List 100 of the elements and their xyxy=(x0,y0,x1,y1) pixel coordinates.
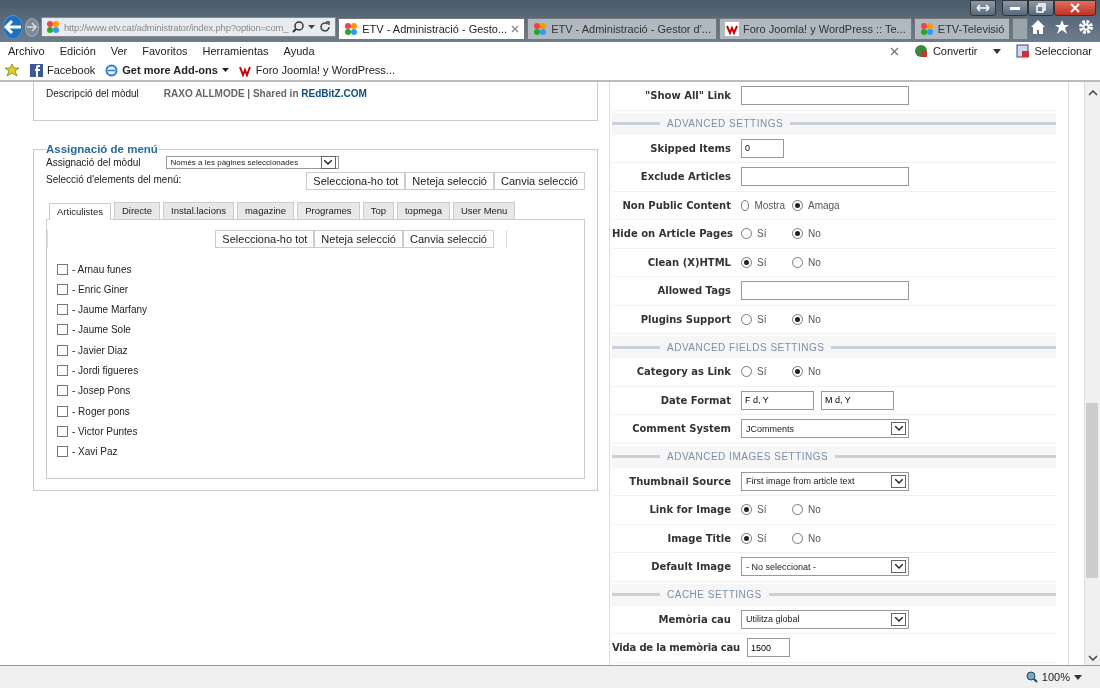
browser-tab[interactable]: ETV - Administració - Gestor d'... xyxy=(527,18,717,40)
favorite-link[interactable]: Foro Joomla! y WordPress... xyxy=(238,63,396,77)
assignment-select[interactable]: Només a les pàgines seleccionades xyxy=(165,155,339,169)
radio-label: No xyxy=(808,228,821,240)
dropdown-select[interactable]: Utilitza global xyxy=(741,609,909,629)
compat-button[interactable] xyxy=(970,0,996,16)
selection-button[interactable]: Selecciona-ho tot xyxy=(215,230,315,248)
scroll-up-icon[interactable] xyxy=(1087,90,1098,96)
setting-label: Default Image xyxy=(650,561,732,573)
caret-icon[interactable] xyxy=(992,48,1001,54)
setting-label: Allowed Tags xyxy=(656,285,732,297)
radio-label: No xyxy=(808,532,821,544)
back-button[interactable] xyxy=(3,15,23,39)
selection-button[interactable]: Selecciona-ho tot xyxy=(306,172,406,190)
browser-logo-icon xyxy=(105,63,119,77)
browser-tab[interactable]: ETV-Televisió xyxy=(913,18,1011,40)
menu-item[interactable]: Ayuda xyxy=(283,45,315,57)
menu-item[interactable]: Ver xyxy=(110,45,128,57)
checkbox[interactable] xyxy=(57,365,68,376)
setting-label: Link for Image xyxy=(648,504,732,516)
menu-tab[interactable]: Instal.lacions xyxy=(163,202,234,219)
menu-tab[interactable]: Top xyxy=(362,202,394,219)
section-title: Assignació de menú xyxy=(46,143,158,155)
close-button[interactable] xyxy=(1054,0,1096,16)
checkbox[interactable] xyxy=(57,304,68,316)
setting-label: Image Title xyxy=(666,532,732,544)
description-link[interactable]: REdBitZ.COM xyxy=(301,87,367,99)
checkbox[interactable] xyxy=(57,385,68,397)
menu-item-label: - Jordi figueres xyxy=(72,365,139,376)
checkbox[interactable] xyxy=(57,425,68,437)
back-arrow-icon xyxy=(4,20,22,34)
zoom-icon[interactable] xyxy=(1025,671,1038,683)
settings-icon[interactable] xyxy=(1078,19,1094,35)
menu-item-label: - Jaume Marfany xyxy=(72,304,148,316)
dropdown-select[interactable]: JComments xyxy=(741,419,909,439)
zoom-level[interactable]: 100% xyxy=(1041,671,1070,683)
selection-button[interactable]: Neteja selecció xyxy=(405,172,494,190)
section-heading: ADVANCED SETTINGS xyxy=(667,118,784,129)
star-icon[interactable] xyxy=(1054,19,1070,35)
menu-item-label: - Xavi Paz xyxy=(72,446,118,458)
favorite-link[interactable]: Facebook xyxy=(30,63,96,77)
resize-icon xyxy=(976,4,990,12)
menu-tab[interactable]: Directe xyxy=(113,202,161,219)
favorites-star-icon[interactable] xyxy=(4,63,20,77)
browser-tab[interactable]: ETV - Administració - Gesto... xyxy=(338,18,526,40)
menu-tab[interactable]: Programes xyxy=(297,202,360,219)
setting-label: Skipped Items xyxy=(649,142,732,154)
forward-arrow-icon xyxy=(26,22,38,32)
checkbox[interactable] xyxy=(57,324,68,336)
restore-icon xyxy=(1036,3,1046,13)
date-format-field[interactable]: M d, Y xyxy=(821,390,894,410)
menu-item[interactable]: Herramientas xyxy=(202,45,269,57)
dropdown-select[interactable]: - No seleccionat - xyxy=(741,557,909,577)
setting-label: Hide on Article Pages xyxy=(612,228,734,240)
checkbox[interactable] xyxy=(57,344,68,356)
text-field[interactable] xyxy=(741,167,909,187)
forward-button[interactable] xyxy=(25,17,39,37)
home-icon[interactable] xyxy=(1030,19,1046,35)
menu-tab[interactable]: magazine xyxy=(236,202,295,219)
convert-button[interactable]: Convertir xyxy=(932,45,978,57)
text-field[interactable]: 1500 xyxy=(746,638,790,658)
selection-button[interactable]: Canvia selecció xyxy=(402,230,494,248)
scroll-down-icon[interactable] xyxy=(1087,655,1098,661)
scroll-thumb[interactable] xyxy=(1086,403,1098,578)
favorite-link[interactable]: Get more Add-ons xyxy=(105,63,229,77)
checkbox[interactable] xyxy=(57,446,68,458)
checkbox[interactable] xyxy=(57,283,68,295)
menu-item-label: - Jaume Sole xyxy=(72,324,131,336)
dropdown-select[interactable]: First image from article text xyxy=(741,471,909,491)
close-icon[interactable] xyxy=(889,46,899,56)
selection-button[interactable]: Neteja selecció xyxy=(314,230,403,248)
text-field[interactable] xyxy=(741,281,909,301)
minimize-button[interactable] xyxy=(1002,0,1028,16)
setting-label: Clean (X)HTML xyxy=(646,256,732,268)
checkbox[interactable] xyxy=(57,405,68,417)
caret-icon[interactable] xyxy=(1074,674,1082,680)
section-heading: ADVANCED IMAGES SETTINGS xyxy=(667,451,829,462)
menu-tab[interactable]: Articulistes xyxy=(49,203,111,220)
radio-label: Sí xyxy=(757,504,767,516)
text-field[interactable] xyxy=(741,86,909,106)
site-logo-icon xyxy=(724,22,739,36)
select-button[interactable]: Seleccionar xyxy=(1034,45,1092,57)
menu-tab[interactable]: topmega xyxy=(396,202,450,219)
menu-item-label: - Arnau funes xyxy=(72,263,132,275)
checkbox[interactable] xyxy=(57,263,68,275)
selection-button[interactable]: Canvia selecció xyxy=(493,172,585,190)
menu-item[interactable]: Edición xyxy=(59,45,96,57)
menu-item[interactable]: Archivo xyxy=(8,45,45,57)
scrollbar[interactable] xyxy=(1084,82,1100,665)
menu-item-label: - Enric Giner xyxy=(72,283,129,295)
setting-label: Category as Link xyxy=(635,366,732,378)
text-field[interactable]: 0 xyxy=(741,138,784,158)
minimize-icon xyxy=(1010,6,1020,10)
menu-tab[interactable]: User Menu xyxy=(452,202,516,219)
restore-button[interactable] xyxy=(1028,0,1054,16)
close-tab-icon[interactable] xyxy=(511,25,520,33)
browser-tab[interactable]: Foro Joomla! y WordPress :: Te... xyxy=(718,18,912,40)
menu-item-label: - Javier Diaz xyxy=(72,344,128,356)
menu-item[interactable]: Favoritos xyxy=(142,45,188,57)
date-format-field[interactable]: F d, Y xyxy=(741,390,814,410)
